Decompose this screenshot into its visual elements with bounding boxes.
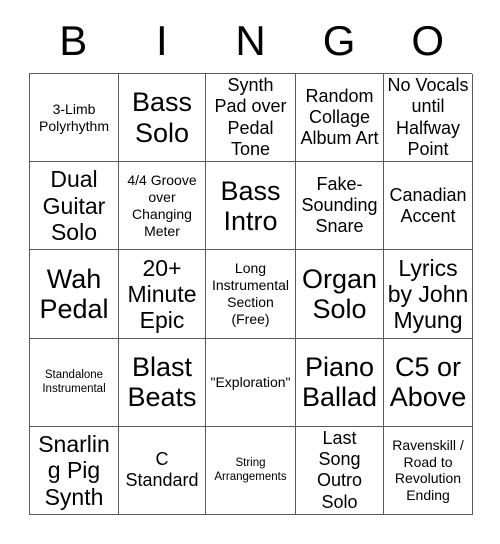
bingo-cell-r5c3[interactable]: String Arrangements <box>206 426 296 515</box>
bingo-cell-label: Wah Pedal <box>39 263 109 324</box>
bingo-cell-label: Lyrics by John Myung <box>387 254 469 334</box>
bingo-cell-r3c4[interactable]: Organ Solo <box>296 250 384 339</box>
bingo-header-letter-o: O <box>411 16 445 64</box>
bingo-cell-r1c3[interactable]: Synth Pad over Pedal Tone <box>206 74 296 163</box>
bingo-cell-label: String Arrangements <box>214 457 287 484</box>
bingo-cell-label: 4/4 Groove over Changing Meter <box>127 172 197 239</box>
bingo-header-letter-b: B <box>59 16 88 64</box>
bingo-cell-r1c2[interactable]: Bass Solo <box>119 74 206 163</box>
bingo-header-letter-i: I <box>156 16 168 64</box>
bingo-cell-label: Fake-Sounding Snare <box>301 173 378 237</box>
bingo-cell-label: Ravenskill / Road to Revolution Ending <box>392 436 464 504</box>
bingo-cell-label: 20+ Minute Epic <box>127 254 197 334</box>
bingo-cell-r5c1[interactable]: Snarling Pig Synth <box>30 426 119 515</box>
bingo-cell-label: C Standard <box>125 449 199 491</box>
bingo-cell-r1c5[interactable]: No Vocals until Halfway Point <box>384 74 473 163</box>
bingo-cell-r3c1[interactable]: Wah Pedal <box>30 250 119 339</box>
bingo-cell-label: Canadian Accent <box>389 184 467 226</box>
bingo-cell-r4c1[interactable]: Standalone Instrumental <box>30 338 119 427</box>
bingo-cell-label: Dual Guitar Solo <box>42 166 106 245</box>
bingo-cell-label: Organ Solo <box>301 263 378 324</box>
bingo-cell-r1c4[interactable]: Random Collage Album Art <box>296 74 384 163</box>
bingo-cell-r2c4[interactable]: Fake-Sounding Snare <box>296 162 384 251</box>
bingo-header-row: B I N G O <box>29 8 472 73</box>
bingo-cell-r1c1[interactable]: 3-Limb Polyrhythm <box>30 74 119 163</box>
bingo-cell-label: Piano Ballad <box>301 351 378 413</box>
bingo-cell-label: "Exploration" <box>210 373 291 390</box>
bingo-cell-label: Bass Intro <box>220 175 281 236</box>
bingo-grid: 3-Limb Polyrhythm Bass Solo Synth Pad over… <box>29 73 473 515</box>
bingo-cell-r3c5[interactable]: Lyrics by John Myung <box>384 250 473 339</box>
bingo-cell-r5c2[interactable]: C Standard <box>119 426 206 515</box>
bingo-cell-r4c2[interactable]: Blast Beats <box>119 338 206 427</box>
bingo-cell-r2c3[interactable]: Bass Intro <box>206 162 296 251</box>
bingo-cell-r5c4[interactable]: Last Song Outro Solo <box>296 426 384 515</box>
bingo-header-letter-n: N <box>235 16 266 64</box>
bingo-cell-r5c5[interactable]: Ravenskill / Road to Revolution Ending <box>384 426 473 515</box>
bingo-cell-r3c3[interactable]: Long Instrumental Section (Free) <box>206 250 296 339</box>
bingo-cell-r2c5[interactable]: Canadian Accent <box>384 162 473 251</box>
bingo-cell-label: Synth Pad over Pedal Tone <box>214 75 287 159</box>
bingo-cell-r3c2[interactable]: 20+ Minute Epic <box>119 250 206 339</box>
bingo-cell-r4c5[interactable]: C5 or Above <box>384 338 473 427</box>
bingo-cell-label: Random Collage Album Art <box>300 85 379 149</box>
bingo-card: B I N G O 3-Limb Polyrhythm Bass Solo Synt… <box>0 0 500 544</box>
bingo-cell-r4c3[interactable]: "Exploration" <box>206 338 296 427</box>
bingo-cell-r2c2[interactable]: 4/4 Groove over Changing Meter <box>119 162 206 251</box>
bingo-cell-label: Last Song Outro Solo <box>316 427 363 512</box>
bingo-cell-label: Bass Solo <box>131 87 193 148</box>
bingo-cell-r2c1[interactable]: Dual Guitar Solo <box>30 162 119 251</box>
bingo-cell-label: No Vocals until Halfway Point <box>387 75 469 159</box>
bingo-header-letter-g: G <box>322 16 356 64</box>
bingo-cell-r4c4[interactable]: Piano Ballad <box>296 338 384 427</box>
bingo-cell-label: C5 or Above <box>389 351 467 413</box>
bingo-cell-label: 3-Limb Polyrhythm <box>38 100 110 134</box>
bingo-cell-label: Long Instrumental Section (Free) <box>211 260 290 327</box>
bingo-cell-label: Standalone Instrumental <box>42 369 106 396</box>
bingo-cell-label: Blast Beats <box>127 351 197 413</box>
bingo-cell-label: Snarling Pig Synth <box>38 431 110 510</box>
